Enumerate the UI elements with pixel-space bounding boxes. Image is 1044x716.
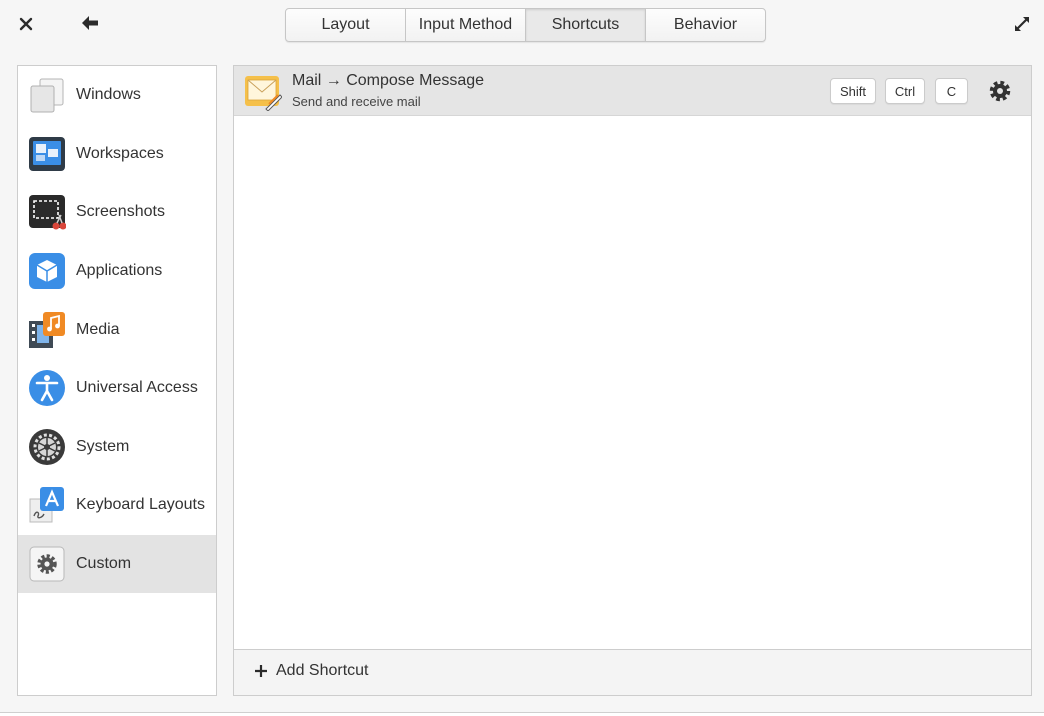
tab-bar: Layout Input Method Shortcuts Behavior xyxy=(285,8,766,42)
applications-icon xyxy=(29,253,65,290)
sidebar-item-universal-access[interactable]: Universal Access xyxy=(18,359,216,418)
sidebar-item-media[interactable]: Media xyxy=(18,300,216,359)
shortcuts-panel: Mail → Compose Message Send and receive … xyxy=(233,65,1032,696)
universal-access-icon xyxy=(29,370,65,407)
sidebar-item-label: Applications xyxy=(76,262,163,280)
panel-footer: Add Shortcut xyxy=(234,649,1031,695)
tab-layout[interactable]: Layout xyxy=(286,9,406,41)
maximize-icon[interactable] xyxy=(1008,10,1036,38)
windows-icon xyxy=(30,78,64,113)
shortcut-title: Mail → Compose Message xyxy=(292,72,485,89)
tab-shortcuts[interactable]: Shortcuts xyxy=(526,9,646,41)
sidebar-item-label: Universal Access xyxy=(76,379,198,397)
sidebar-item-applications[interactable]: Applications xyxy=(18,242,216,301)
keyboard-layouts-icon xyxy=(29,487,64,523)
add-shortcut-button[interactable]: Add Shortcut xyxy=(254,662,369,680)
workspaces-icon xyxy=(29,136,65,171)
keycap-shift[interactable]: Shift xyxy=(830,78,876,104)
sidebar-item-label: Workspaces xyxy=(76,144,164,162)
close-icon[interactable] xyxy=(12,10,40,38)
sidebar-item-workspaces[interactable]: Workspaces xyxy=(18,125,216,184)
sidebar-item-custom[interactable]: Custom xyxy=(18,534,216,594)
sidebar-item-label: Keyboard Layouts xyxy=(76,496,205,514)
sidebar-item-label: System xyxy=(76,437,130,455)
sidebar-item-system[interactable]: System xyxy=(18,418,216,477)
media-icon xyxy=(29,311,65,348)
sidebar-item-label: Media xyxy=(76,320,120,338)
custom-icon xyxy=(29,546,65,582)
sidebar-item-label: Custom xyxy=(76,555,132,573)
sidebar: Windows Workspaces Screenshots Applicati… xyxy=(17,65,217,696)
keycap-c[interactable]: C xyxy=(935,78,968,104)
shortcut-row[interactable]: Mail → Compose Message Send and receive … xyxy=(234,66,1031,116)
tab-behavior[interactable]: Behavior xyxy=(646,9,765,41)
add-shortcut-label: Add Shortcut xyxy=(276,662,369,679)
sidebar-item-label: Screenshots xyxy=(76,203,165,221)
back-arrow-icon[interactable] xyxy=(76,9,104,37)
tab-input-method[interactable]: Input Method xyxy=(406,9,526,41)
keycap-ctrl[interactable]: Ctrl xyxy=(885,78,925,104)
gear-icon[interactable] xyxy=(987,78,1013,104)
system-icon xyxy=(29,428,65,465)
plus-icon xyxy=(255,665,267,677)
sidebar-item-screenshots[interactable]: Screenshots xyxy=(18,183,216,242)
window: Layout Input Method Shortcuts Behavior W… xyxy=(0,0,1044,713)
shortcut-subtitle: Send and receive mail xyxy=(292,94,421,109)
sidebar-item-keyboard-layouts[interactable]: Keyboard Layouts xyxy=(18,476,216,535)
screenshots-icon xyxy=(29,195,66,230)
sidebar-item-windows[interactable]: Windows xyxy=(18,66,216,125)
mail-icon xyxy=(245,76,282,111)
sidebar-item-label: Windows xyxy=(76,86,141,104)
